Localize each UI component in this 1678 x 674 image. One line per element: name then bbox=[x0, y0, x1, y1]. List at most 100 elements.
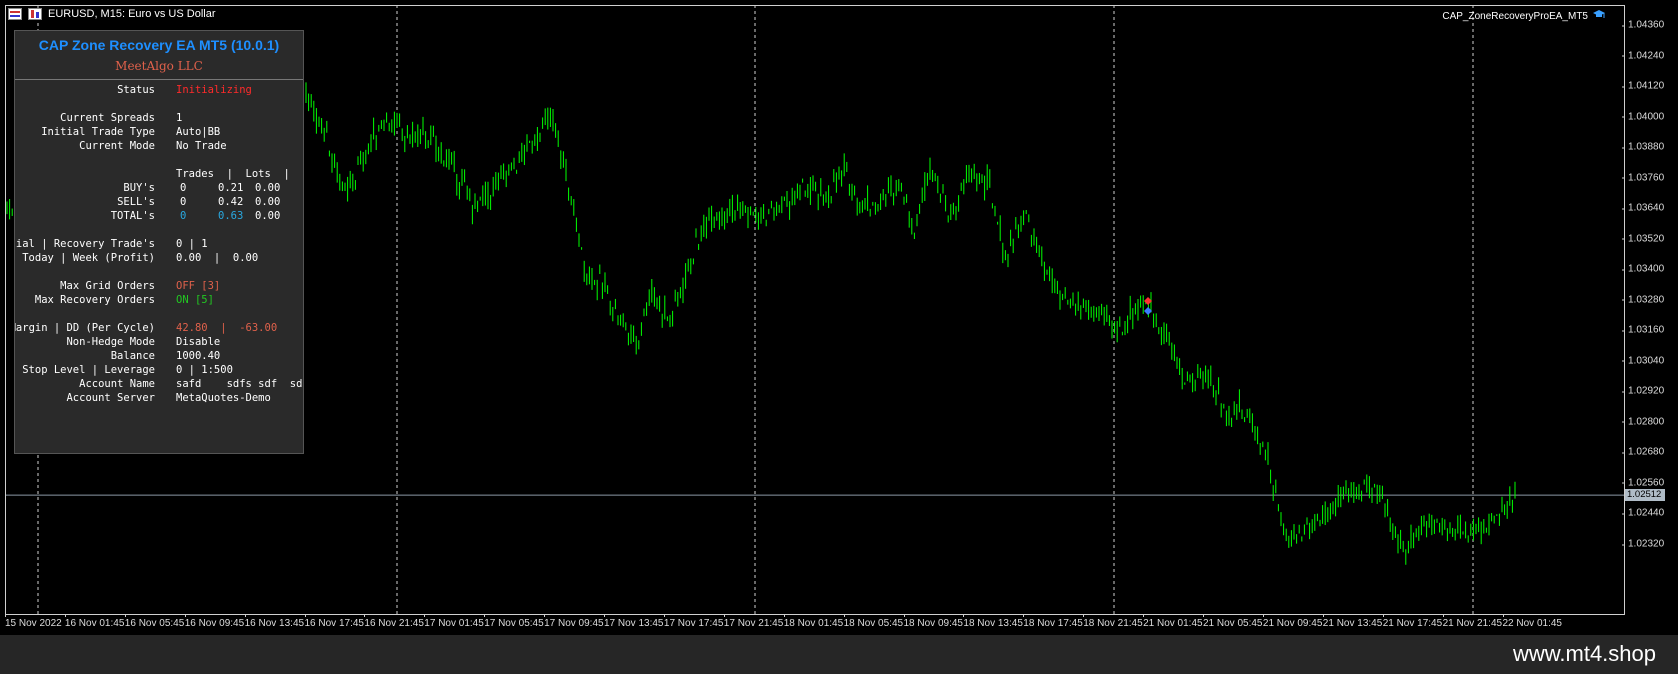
margin-dd-row: Max Margin | DD (Per Cycle) 42.80 | -63.… bbox=[15, 322, 303, 336]
chart-title-bar: EURUSD, M15: Euro vs US Dollar bbox=[8, 8, 216, 20]
time-tick-label: 16 Nov 13:45 bbox=[244, 614, 305, 629]
today-week-row: Today | Week (Profit) 0.00 | 0.00 bbox=[15, 252, 303, 266]
chart-menu-icon[interactable] bbox=[8, 8, 22, 20]
stats-header: Trades | Lots | Profits bbox=[176, 168, 303, 180]
time-tick-label: 21 Nov 21:45 bbox=[1442, 614, 1503, 629]
time-tick-label: 15 Nov 2022 bbox=[5, 614, 62, 629]
ea-name-text: CAP_ZoneRecoveryProEA_MT5 bbox=[1442, 10, 1588, 22]
margin-dd-label: Max Margin | DD (Per Cycle) bbox=[15, 322, 155, 334]
time-tick-label: 21 Nov 01:45 bbox=[1143, 614, 1203, 629]
time-tick-label: 22 Nov 01:45 bbox=[1502, 614, 1562, 629]
margin-dd-value: 42.80 | -63.00 bbox=[176, 322, 278, 334]
price-tick-label: 1.04360 bbox=[1621, 20, 1664, 31]
sells-label: SELL's bbox=[117, 196, 155, 208]
time-tick-label: 18 Nov 09:45 bbox=[903, 614, 963, 629]
account-name-value: safd sdfs sdf sd bbox=[176, 378, 303, 390]
price-tick-label: 1.04240 bbox=[1621, 50, 1664, 61]
price-tick-label: 1.03760 bbox=[1621, 172, 1664, 183]
price-tick-label: 1.03880 bbox=[1621, 142, 1664, 153]
stop-leverage-row: Stop Level | Leverage 0 | 1:500 bbox=[15, 364, 303, 378]
balance-label: Balance bbox=[110, 350, 155, 362]
trade-type-row: Initial Trade Type Auto|BB bbox=[15, 126, 303, 140]
time-tick-label: 17 Nov 21:45 bbox=[723, 614, 784, 629]
graduation-cap-icon bbox=[1592, 9, 1606, 23]
recovery-trades-row: Initial | Recovery Trade's 0 | 1 bbox=[15, 238, 303, 252]
grid-orders-value: OFF [3] bbox=[176, 280, 221, 292]
status-value: Initializing bbox=[176, 84, 252, 96]
stop-leverage-label: Stop Level | Leverage bbox=[22, 364, 155, 376]
recovery-trades-label: Initial | Recovery Trade's bbox=[15, 238, 155, 250]
time-tick-label: 21 Nov 17:45 bbox=[1382, 614, 1443, 629]
sells-row: SELL's 0 0.42 0.00 bbox=[15, 196, 303, 210]
price-tick-label: 1.03400 bbox=[1621, 264, 1664, 275]
price-tick-label: 1.02320 bbox=[1621, 539, 1664, 550]
account-name-label: Account Name bbox=[79, 378, 155, 390]
time-tick-label: 16 Nov 17:45 bbox=[304, 614, 364, 629]
price-tick-label: 1.03280 bbox=[1621, 294, 1664, 305]
expert-advisor-label[interactable]: CAP_ZoneRecoveryProEA_MT5 bbox=[1442, 9, 1606, 23]
price-tick-label: 1.02920 bbox=[1621, 386, 1664, 397]
stop-leverage-value: 0 | 1:500 bbox=[176, 364, 233, 376]
balance-row: Balance 1000.40 bbox=[15, 350, 303, 364]
buys-profit: 0.00 bbox=[255, 182, 281, 194]
spreads-row: Current Spreads 1 bbox=[15, 112, 303, 126]
buys-lots: 0.21 bbox=[218, 182, 244, 194]
trade-type-value: Auto|BB bbox=[176, 126, 221, 138]
today-week-value: 0.00 | 0.00 bbox=[176, 252, 259, 264]
time-tick-label: 18 Nov 17:45 bbox=[1023, 614, 1083, 629]
balance-value: 1000.40 bbox=[176, 350, 221, 362]
time-tick-label: 17 Nov 09:45 bbox=[544, 614, 604, 629]
trade-icon[interactable] bbox=[28, 8, 42, 20]
account-server-label: Account Server bbox=[66, 392, 155, 404]
price-axis[interactable]: 1.04360 1.04240 1.04120 1.04000 1.03880 1.037… bbox=[1621, 5, 1678, 615]
time-tick-label: 16 Nov 05:45 bbox=[124, 614, 185, 629]
trade-type-label: Initial Trade Type bbox=[41, 126, 155, 138]
footer-watermark-url: www.mt4.shop bbox=[1512, 641, 1656, 666]
buys-label: BUY's bbox=[123, 182, 155, 194]
totals-lots: 0.63 bbox=[218, 210, 244, 222]
price-tick-label: 1.02800 bbox=[1621, 416, 1664, 427]
recovery-orders-row: Max Recovery Orders ON [5] bbox=[15, 294, 303, 308]
account-server-value: MetaQuotes-Demo bbox=[176, 392, 271, 404]
hedge-mode-value: Disable bbox=[176, 336, 221, 348]
grid-orders-row: Max Grid Orders OFF [3] bbox=[15, 280, 303, 294]
time-tick-label: 16 Nov 09:45 bbox=[184, 614, 245, 629]
recovery-trades-value: 0 | 1 bbox=[176, 238, 208, 250]
account-server-row: Account Server MetaQuotes-Demo bbox=[15, 392, 303, 406]
price-tick-label: 1.02680 bbox=[1621, 447, 1664, 458]
time-axis[interactable]: 15 Nov 2022 16 Nov 01:45 16 Nov 05:45 16 No… bbox=[5, 614, 1625, 635]
hedge-mode-row: Non-Hedge Mode Disable bbox=[15, 336, 303, 350]
account-name-row: Account Name safd sdfs sdf sd bbox=[15, 378, 303, 392]
chart-symbol-title: EURUSD, M15: Euro vs US Dollar bbox=[48, 8, 216, 20]
time-tick-label: 18 Nov 05:45 bbox=[843, 614, 904, 629]
spreads-value: 1 bbox=[176, 112, 183, 124]
totals-profit: 0.00 bbox=[255, 210, 281, 222]
buys-row: BUY's 0 0.21 0.00 bbox=[15, 182, 303, 196]
totals-label: TOTAL's bbox=[110, 210, 155, 222]
panel-title: CAP Zone Recovery EA MT5 (10.0.1) bbox=[38, 37, 280, 53]
time-tick-label: 21 Nov 05:45 bbox=[1203, 614, 1263, 629]
spreads-label: Current Spreads bbox=[60, 112, 155, 124]
price-tick-label: 1.03640 bbox=[1621, 203, 1664, 214]
totals-row: TOTAL's 0 0.63 0.00 bbox=[15, 210, 303, 224]
chart-window[interactable]: EURUSD, M15: Euro vs US Dollar CAP_ZoneR… bbox=[0, 0, 1678, 635]
price-tick-label: 1.03160 bbox=[1621, 325, 1664, 336]
stats-header-row: Trades | Lots | Profits bbox=[15, 168, 303, 182]
totals-trades: 0 bbox=[180, 210, 187, 222]
mode-row: Current Mode No Trade bbox=[15, 140, 303, 154]
price-tick-label: 1.03520 bbox=[1621, 233, 1664, 244]
time-tick-label: 17 Nov 13:45 bbox=[604, 614, 664, 629]
price-tick-label: 1.04120 bbox=[1621, 81, 1664, 92]
sells-profit: 0.00 bbox=[255, 196, 281, 208]
time-tick-label: 18 Nov 13:45 bbox=[963, 614, 1023, 629]
recovery-orders-label: Max Recovery Orders bbox=[34, 294, 155, 306]
recovery-orders-value: ON [5] bbox=[176, 294, 214, 306]
time-tick-label: 21 Nov 09:45 bbox=[1262, 614, 1323, 629]
mode-value: No Trade bbox=[176, 140, 227, 152]
time-tick-label: 17 Nov 17:45 bbox=[663, 614, 724, 629]
ea-info-panel: CAP Zone Recovery EA MT5 (10.0.1) MeetAl… bbox=[14, 30, 304, 454]
panel-divider bbox=[15, 79, 303, 80]
status-label: Status bbox=[117, 84, 155, 96]
time-tick-label: 16 Nov 21:45 bbox=[364, 614, 424, 629]
hedge-mode-label: Non-Hedge Mode bbox=[66, 336, 155, 348]
